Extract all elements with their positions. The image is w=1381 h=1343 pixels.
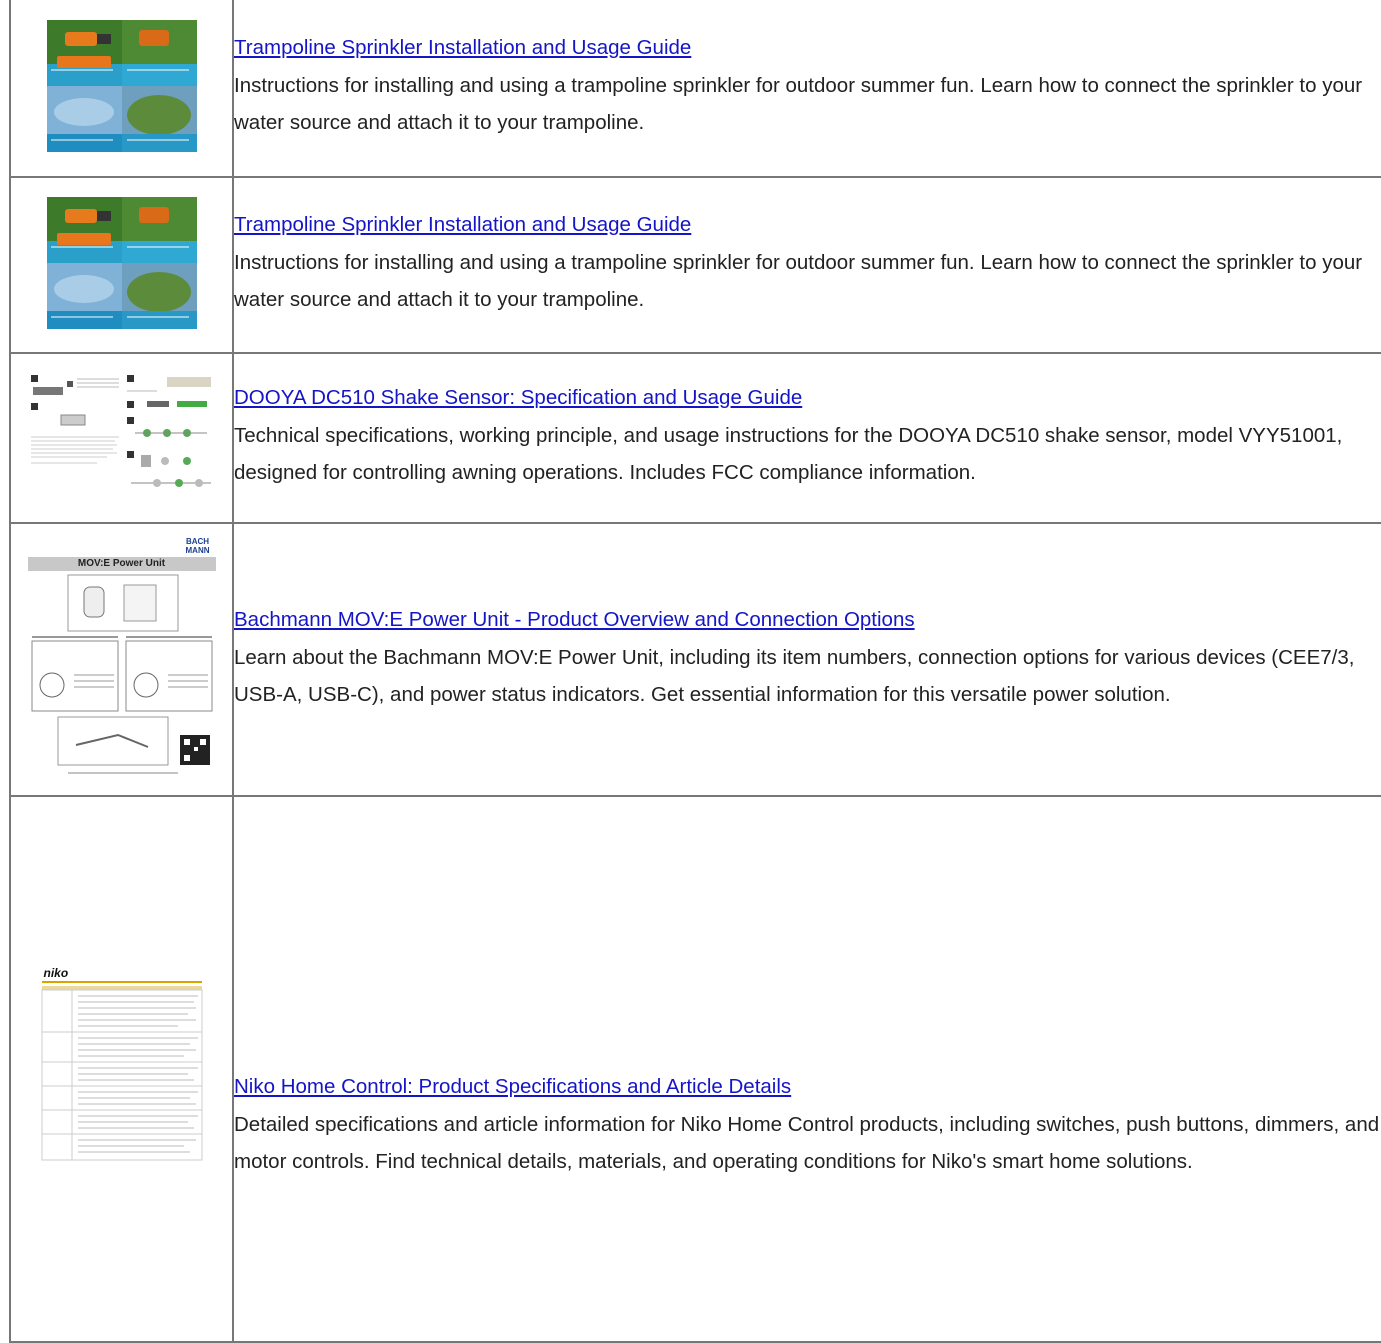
list-item: Trampoline Sprinkler Installation and Us… (9, 176, 1381, 354)
result-text-cell: Bachmann MOV:E Power Unit - Product Over… (232, 522, 1381, 797)
result-description: Instructions for installing and using a … (234, 74, 1363, 134)
niko-logo: niko (43, 965, 69, 980)
result-text-cell: Trampoline Sprinkler Installation and Us… (232, 176, 1381, 354)
shake-sensor-thumbnail[interactable] (26, 370, 217, 506)
bachmann-logo: BACH MANN (185, 537, 210, 555)
result-description: Learn about the Bachmann MOV:E Power Uni… (234, 645, 1355, 706)
result-title-link[interactable]: Trampoline Sprinkler Installation and Us… (234, 36, 691, 59)
list-item: niko Niko Home Control: Product Specific… (9, 795, 1381, 1343)
list-item: BACH MANN MOV:E Power Unit Bachmann MOV:… (9, 522, 1381, 797)
list-item: Trampoline Sprinkler Installation and Us… (9, 0, 1381, 178)
bachmann-thumbnail[interactable]: BACH MANN MOV:E Power Unit (27, 535, 216, 779)
list-item: DOOYA DC510 Shake Sensor: Specification … (9, 352, 1381, 524)
result-description: Detailed specifications and article info… (234, 1113, 1380, 1173)
result-text-cell: DOOYA DC510 Shake Sensor: Specification … (232, 352, 1381, 524)
bachmann-heading: MOV:E Power Unit (77, 558, 166, 569)
thumbnail-cell (9, 176, 234, 354)
niko-thumbnail[interactable]: niko (37, 965, 206, 1186)
thumbnail-cell (9, 0, 234, 178)
result-description: Technical specifications, working princi… (234, 424, 1343, 484)
result-text-cell: Niko Home Control: Product Specification… (232, 795, 1381, 1343)
result-title-link[interactable]: Trampoline Sprinkler Installation and Us… (234, 213, 691, 236)
result-description: Instructions for installing and using a … (234, 251, 1363, 311)
thumbnail-cell: niko (9, 795, 234, 1343)
results-table: Trampoline Sprinkler Installation and Us… (9, 0, 1381, 1343)
sprinkler-thumbnail[interactable] (46, 19, 197, 157)
thumbnail-cell (9, 352, 234, 524)
result-text-cell: Trampoline Sprinkler Installation and Us… (232, 0, 1381, 178)
result-title-link[interactable]: DOOYA DC510 Shake Sensor: Specification … (234, 386, 802, 409)
result-title-link[interactable]: Niko Home Control: Product Specification… (234, 1075, 791, 1098)
result-title-link[interactable]: Bachmann MOV:E Power Unit - Product Over… (234, 608, 915, 631)
sprinkler-thumbnail[interactable] (46, 196, 197, 334)
thumbnail-cell: BACH MANN MOV:E Power Unit (9, 522, 234, 797)
